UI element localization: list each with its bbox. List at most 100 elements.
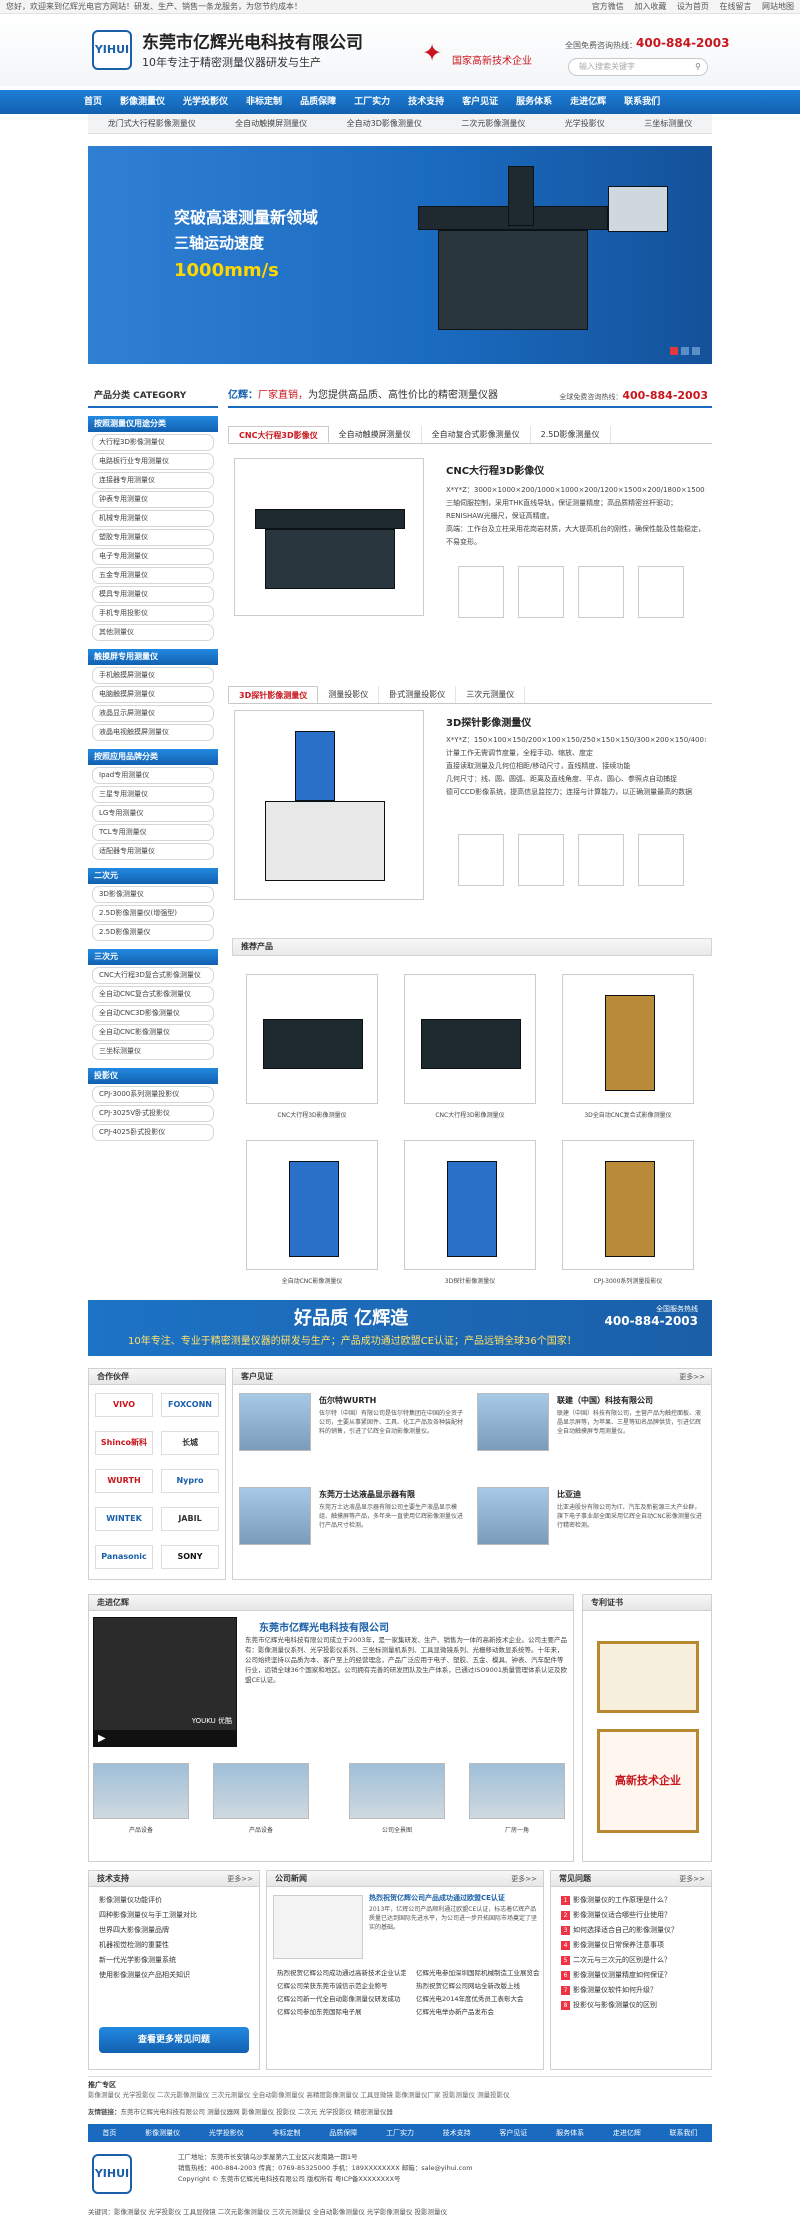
- category-item[interactable]: 全自动CNC3D影像测量仪: [92, 1005, 214, 1022]
- faq-question[interactable]: 投影仪与影像测量仪的区别: [573, 2001, 657, 2009]
- category-item[interactable]: 2.5D影像测量仪: [92, 924, 214, 941]
- partner-logo[interactable]: JABIL: [161, 1507, 219, 1531]
- faq-item[interactable]: 4 影像测量仪日常保养注意事项: [551, 1938, 711, 1953]
- more-faq-button[interactable]: 查看更多常见问题: [99, 2027, 249, 2053]
- footer-nav-item[interactable]: 品质保障: [329, 2124, 357, 2142]
- faq-question[interactable]: 影像测量仪的工作原理是什么？: [573, 1896, 671, 1904]
- footer-nav-item[interactable]: 服务体系: [556, 2124, 584, 2142]
- nav-custom[interactable]: 非标定制: [246, 90, 282, 114]
- footer-nav-item[interactable]: 非标定制: [273, 2124, 301, 2142]
- product-tab[interactable]: 全自动触摸屏测量仪: [329, 426, 422, 443]
- category-item[interactable]: Ipad专用测量仪: [92, 767, 214, 784]
- category-item[interactable]: 塑胶专用测量仪: [92, 529, 214, 546]
- footer-nav-item[interactable]: 联系我们: [670, 2124, 698, 2142]
- product-thumbnail[interactable]: [638, 834, 684, 886]
- subnav-item[interactable]: 三坐标测量仪: [644, 114, 692, 133]
- promo-text[interactable]: 影像测量仪 光学投影仪 二次元影像测量仪 三次元测量仪 全自动影像测量仪 高精度…: [88, 2090, 712, 2100]
- faq-question[interactable]: 二次元与三次元的区别是什么？: [573, 1956, 671, 1964]
- faq-question[interactable]: 影像测量仪适合哪些行业使用？: [573, 1911, 671, 1919]
- category-item[interactable]: 三星专用测量仪: [92, 786, 214, 803]
- recommended-product-name[interactable]: CNC大行程3D影像测量仪: [404, 1110, 536, 1119]
- product-thumbnail[interactable]: [458, 566, 504, 618]
- news-article-link[interactable]: 亿辉公司荣获东莞市诚信示范企业称号: [267, 1980, 406, 1993]
- faq-item[interactable]: 8 投影仪与影像测量仪的区别: [551, 1998, 711, 2013]
- category-item[interactable]: 大行程3D影像测量仪: [92, 434, 214, 451]
- product-main-image[interactable]: [234, 710, 424, 900]
- banner-dot[interactable]: [681, 347, 689, 355]
- client-name[interactable]: 比亚迪: [557, 1489, 581, 1500]
- category-item[interactable]: 液晶电视触摸屏测量仪: [92, 724, 214, 741]
- faq-item[interactable]: 3 如何选择适合自己的影像测量仪？: [551, 1923, 711, 1938]
- tech-article-link[interactable]: 四种影像测量仪与手工测量对比: [89, 1908, 259, 1923]
- footer-nav-item[interactable]: 影像测量仪: [145, 2124, 180, 2142]
- category-item[interactable]: 三坐标测量仪: [92, 1043, 214, 1060]
- nav-factory[interactable]: 工厂实力: [354, 90, 390, 114]
- tech-article-link[interactable]: 影像测量仪功能评价: [89, 1893, 259, 1908]
- about-company-name[interactable]: 东莞市亿辉光电科技有限公司: [259, 1619, 389, 1634]
- product-tab[interactable]: 全自动复合式影像测量仪: [422, 426, 531, 443]
- footer-nav-item[interactable]: 光学投影仪: [209, 2124, 244, 2142]
- partner-logo[interactable]: SONY: [161, 1545, 219, 1569]
- news-article-link[interactable]: 亿辉光电2014年度优秀员工表彰大会: [406, 1993, 545, 2006]
- category-item[interactable]: 适配器专用测量仪: [92, 843, 214, 860]
- news-article-link[interactable]: 亿辉公司新一代全自动影像测量仪研发成功: [267, 1993, 406, 2006]
- top-link-favorite[interactable]: 加入收藏: [634, 2, 666, 11]
- recommended-product-name[interactable]: 全自动CNC影像测量仪: [246, 1276, 378, 1285]
- partner-logo[interactable]: WURTH: [95, 1469, 153, 1493]
- news-article-link[interactable]: 亿辉公司参加东莞国际电子展: [267, 2006, 406, 2019]
- category-item[interactable]: 手机触摸屏测量仪: [92, 667, 214, 684]
- nav-quality[interactable]: 品质保障: [300, 90, 336, 114]
- top-link-wechat[interactable]: 官方微信: [592, 2, 624, 11]
- product-tab[interactable]: 三次元测量仪: [456, 686, 526, 703]
- search-icon[interactable]: ⚲: [695, 59, 701, 75]
- faq-item[interactable]: 6 影像测量仪测量精度如何保证？: [551, 1968, 711, 1983]
- category-item[interactable]: 其他测量仪: [92, 624, 214, 641]
- recommended-product-image[interactable]: [246, 974, 378, 1104]
- faq-question[interactable]: 影像测量仪软件如何升级？: [573, 1986, 657, 1994]
- about-photo[interactable]: [469, 1763, 565, 1819]
- top-link-sitemap[interactable]: 网站地图: [762, 2, 794, 11]
- top-link-message[interactable]: 在线留言: [719, 2, 751, 11]
- category-header[interactable]: 二次元: [88, 868, 218, 884]
- partner-logo[interactable]: Shinco新科: [95, 1431, 153, 1455]
- footer-nav-item[interactable]: 客户见证: [499, 2124, 527, 2142]
- category-item[interactable]: 连接器专用测量仪: [92, 472, 214, 489]
- category-item[interactable]: 模具专用测量仪: [92, 586, 214, 603]
- category-item[interactable]: 电路板行业专用测量仪: [92, 453, 214, 470]
- tech-article-link[interactable]: 新一代光学影像测量系统: [89, 1953, 259, 1968]
- recommended-product-name[interactable]: 3D探针影像测量仪: [404, 1276, 536, 1285]
- tech-article-link[interactable]: 机器视觉检测的重要性: [89, 1938, 259, 1953]
- top-link-homepage[interactable]: 设为首页: [677, 2, 709, 11]
- news-more-link[interactable]: 更多>>: [511, 1871, 537, 1887]
- recommended-product-image[interactable]: [404, 974, 536, 1104]
- client-photo[interactable]: [239, 1393, 311, 1451]
- category-item[interactable]: 液晶显示屏测量仪: [92, 705, 214, 722]
- category-item[interactable]: CPJ-3025V卧式投影仪: [92, 1105, 214, 1122]
- recommended-product-name[interactable]: CPJ-3000系列测量投影仪: [562, 1276, 694, 1285]
- subnav-item[interactable]: 光学投影仪: [565, 114, 605, 133]
- banner-dot[interactable]: [692, 347, 700, 355]
- nav-tech[interactable]: 技术支持: [408, 90, 444, 114]
- category-item[interactable]: 电子专用测量仪: [92, 548, 214, 565]
- recommended-product-name[interactable]: 3D全自动CNC复合式影像测量仪: [562, 1110, 694, 1119]
- nav-home[interactable]: 首页: [84, 90, 102, 114]
- nav-projector[interactable]: 光学投影仪: [183, 90, 228, 114]
- partner-logo[interactable]: Nypro: [161, 1469, 219, 1493]
- recommended-product-image[interactable]: [246, 1140, 378, 1270]
- category-item[interactable]: 五金专用测量仪: [92, 567, 214, 584]
- category-item[interactable]: CNC大行程3D复合式影像测量仪: [92, 967, 214, 984]
- product-thumbnail[interactable]: [518, 834, 564, 886]
- category-item[interactable]: 手机专用投影仪: [92, 605, 214, 622]
- faq-more-link[interactable]: 更多>>: [679, 1871, 705, 1887]
- play-icon[interactable]: ▶: [98, 1733, 106, 1744]
- partner-logo[interactable]: 长城: [161, 1431, 219, 1455]
- category-header[interactable]: 三次元: [88, 949, 218, 965]
- faq-question[interactable]: 影像测量仪日常保养注意事项: [573, 1941, 664, 1949]
- recommended-product-name[interactable]: CNC大行程3D影像测量仪: [246, 1110, 378, 1119]
- certificate-image-2[interactable]: 高新技术企业: [597, 1729, 699, 1833]
- recommended-product-image[interactable]: [562, 1140, 694, 1270]
- nav-about[interactable]: 走进亿辉: [570, 90, 606, 114]
- nav-clients[interactable]: 客户见证: [462, 90, 498, 114]
- category-header[interactable]: 按照测量仪用途分类: [88, 416, 218, 432]
- news-article-link[interactable]: 亿辉光电参加深圳国际机械制造工业展览会: [406, 1967, 545, 1980]
